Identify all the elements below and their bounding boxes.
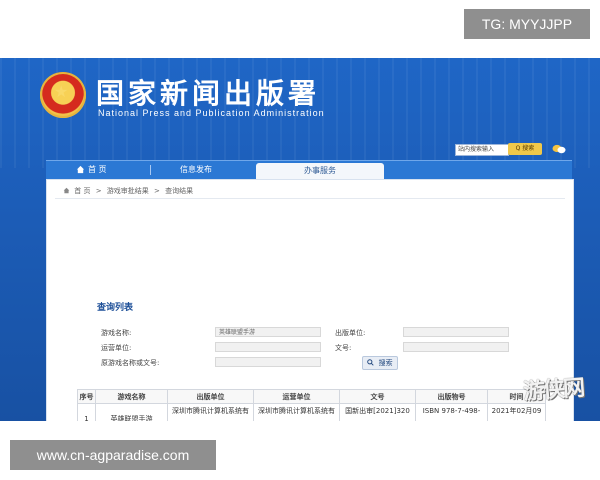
site-banner: ★ 国家新闻出版署 National Press and Publication…: [0, 58, 600, 421]
publisher-label: 出版单位:: [335, 329, 366, 337]
nav-home[interactable]: 首 页: [76, 161, 107, 179]
breadcrumb-divider: [55, 198, 565, 199]
main-nav: 首 页 信息发布 办事服务: [46, 160, 572, 179]
operator-label: 运营单位:: [101, 344, 132, 352]
nav-service-tab[interactable]: 办事服务: [256, 163, 384, 179]
query-panel: 首 页 > 游戏审批结果 > 查询结果 查询列表 游戏名称: 英雄联盟手游 出版…: [46, 179, 574, 421]
col-index: 序号: [77, 389, 96, 404]
breadcrumb-home-icon: [63, 187, 70, 194]
col-doc-number: 文号: [339, 389, 416, 404]
cell-date: 2021年02月09日: [487, 403, 546, 421]
operator-input[interactable]: [215, 342, 321, 352]
publisher-input[interactable]: [403, 327, 509, 337]
breadcrumb-separator: >: [95, 187, 102, 195]
telegram-watermark: TG: MYYJJPP: [464, 9, 590, 39]
original-name-label: 原游戏名称或文号:: [101, 359, 160, 367]
original-name-input[interactable]: [215, 357, 321, 367]
national-emblem-icon: ★: [40, 72, 86, 118]
doc-number-input[interactable]: [403, 342, 509, 352]
site-title-cn: 国家新闻出版署: [96, 77, 321, 110]
breadcrumb: 首 页 > 游戏审批结果 > 查询结果: [63, 186, 196, 196]
site-title-en: National Press and Publication Administr…: [98, 108, 325, 118]
cell-game-name: 英雄联盟手游: [95, 403, 168, 421]
result-table: 序号 游戏名称 出版单位 运营单位 文号 出版物号 时间 1 英雄联盟手游 深圳…: [77, 389, 546, 421]
col-publisher: 出版单位: [167, 389, 254, 404]
cell-index: 1: [77, 403, 96, 421]
cell-publication-number: ISBN 978-7-498-08805-5: [415, 403, 488, 421]
table-header-row: 序号 游戏名称 出版单位 运营单位 文号 出版物号 时间: [77, 389, 546, 404]
breadcrumb-query-results: 查询结果: [165, 187, 194, 195]
breadcrumb-separator: >: [154, 187, 160, 195]
website-watermark: www.cn-agparadise.com: [10, 440, 216, 470]
breadcrumb-game-results[interactable]: 游戏审批结果: [107, 187, 149, 195]
nav-divider: [150, 165, 151, 175]
col-publication-number: 出版物号: [415, 389, 488, 404]
emblem-star-icon: ★: [54, 82, 69, 101]
cell-publisher: 深圳市腾讯计算机系统有限公司: [167, 403, 254, 421]
breadcrumb-home[interactable]: 首 页: [74, 187, 90, 195]
site-search-input[interactable]: 站内搜索输入: [455, 144, 509, 156]
query-search-button[interactable]: 搜索: [362, 356, 398, 370]
table-row: 1 英雄联盟手游 深圳市腾讯计算机系统有限公司 深圳市腾讯计算机系统有限公司 国…: [77, 403, 546, 421]
col-game-name: 游戏名称: [95, 389, 168, 404]
game-name-input[interactable]: 英雄联盟手游: [215, 327, 321, 337]
doc-number-label: 文号:: [335, 344, 352, 352]
wechat-icon[interactable]: [552, 144, 566, 154]
cell-operator: 深圳市腾讯计算机系统有限公司: [253, 403, 340, 421]
gamersky-watermark: 游侠网: [522, 374, 584, 406]
search-icon: [367, 359, 375, 366]
query-list-title: 查询列表: [97, 303, 134, 313]
col-operator: 运营单位: [253, 389, 340, 404]
nav-info[interactable]: 信息发布: [180, 161, 212, 179]
game-name-label: 游戏名称:: [101, 329, 132, 337]
cell-doc-number: 国新出审[2021]320号: [339, 403, 416, 421]
home-icon: [76, 165, 85, 174]
query-search-label: 搜索: [378, 359, 393, 367]
nav-home-label: 首 页: [88, 165, 107, 174]
site-search-button[interactable]: Q 搜索: [508, 143, 542, 155]
